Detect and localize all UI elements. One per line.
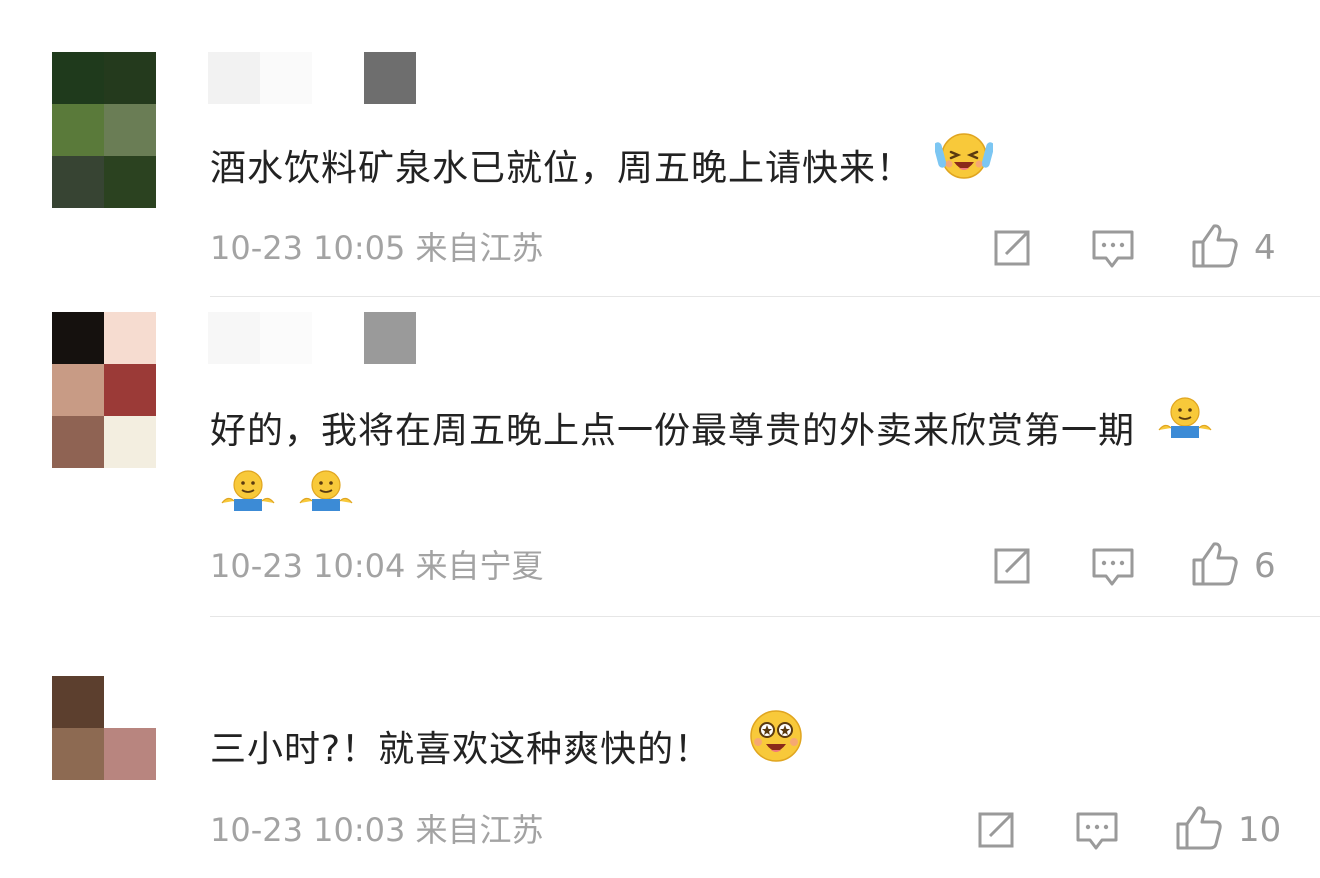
comment-text-block: 三小时?！就喜欢这种爽快的！ (210, 710, 1260, 790)
divider (210, 296, 1320, 297)
avatar-pixel (52, 312, 104, 364)
avatar-pixel (104, 156, 156, 208)
comment-text: 三小时?！就喜欢这种爽快的！ (210, 729, 712, 770)
thumbs-up-icon (1176, 806, 1222, 850)
forward-button[interactable] (990, 226, 1034, 270)
avatar-pixel (104, 312, 156, 364)
like-count: 6 (1254, 546, 1276, 586)
username-blurred[interactable] (208, 52, 416, 104)
starry-eyes-emoji-icon (748, 708, 804, 786)
laughing-crying-emoji-icon (934, 128, 995, 204)
avatar-pixel (104, 416, 156, 468)
like-button[interactable] (1190, 540, 1240, 586)
like-button[interactable] (1174, 804, 1224, 850)
avatar[interactable] (52, 676, 156, 780)
avatar-pixel (104, 104, 156, 156)
forward-button[interactable] (990, 544, 1034, 588)
avatar-pixel (104, 364, 156, 416)
avatar-pixel (104, 676, 156, 728)
like-count: 4 (1254, 228, 1276, 268)
divider (210, 616, 1320, 617)
comment-icon (1092, 230, 1134, 268)
avatar[interactable] (52, 312, 156, 468)
avatar[interactable] (52, 52, 156, 208)
share-icon (994, 548, 1030, 584)
comment-text-block: 酒水饮料矿泉水已就位，周五晚上请快来！ (210, 132, 1260, 208)
thumbs-up-icon (1192, 224, 1238, 268)
thumbs-up-icon (1192, 542, 1238, 586)
reply-button[interactable] (1090, 544, 1136, 588)
avatar-pixel (52, 156, 104, 208)
comment-meta: 10-23 10:05 来自江苏 (210, 229, 544, 267)
avatar-pixel (104, 728, 156, 780)
share-icon (978, 812, 1014, 848)
comment-icon (1092, 548, 1134, 586)
avatar-pixel (52, 416, 104, 468)
shrug-emoji-icon (298, 465, 354, 538)
share-icon (994, 230, 1030, 266)
shrug-emoji-icon (220, 465, 276, 538)
reply-button[interactable] (1090, 226, 1136, 270)
avatar-pixel (104, 52, 156, 104)
avatar-pixel (52, 104, 104, 156)
forward-button[interactable] (974, 808, 1018, 852)
avatar-pixel (52, 52, 104, 104)
like-button[interactable] (1190, 222, 1240, 268)
username-blurred[interactable] (208, 312, 416, 364)
avatar-pixel (52, 676, 104, 728)
avatar-pixel (52, 364, 104, 416)
comment-meta: 10-23 10:04 来自宁夏 (210, 547, 544, 585)
comment-icon (1076, 812, 1118, 850)
comment-text-block: 好的，我将在周五晚上点一份最尊贵的外卖来欣赏第一期 (210, 396, 1250, 542)
like-count: 10 (1238, 810, 1282, 850)
avatar-pixel (52, 728, 104, 780)
comment-meta: 10-23 10:03 来自江苏 (210, 811, 544, 849)
shrug-emoji-icon (1157, 392, 1213, 465)
comment-text: 好的，我将在周五晚上点一份最尊贵的外卖来欣赏第一期 (210, 410, 1136, 452)
comment-text: 酒水饮料矿泉水已就位，周五晚上请快来！ (210, 148, 914, 189)
reply-button[interactable] (1074, 808, 1120, 852)
